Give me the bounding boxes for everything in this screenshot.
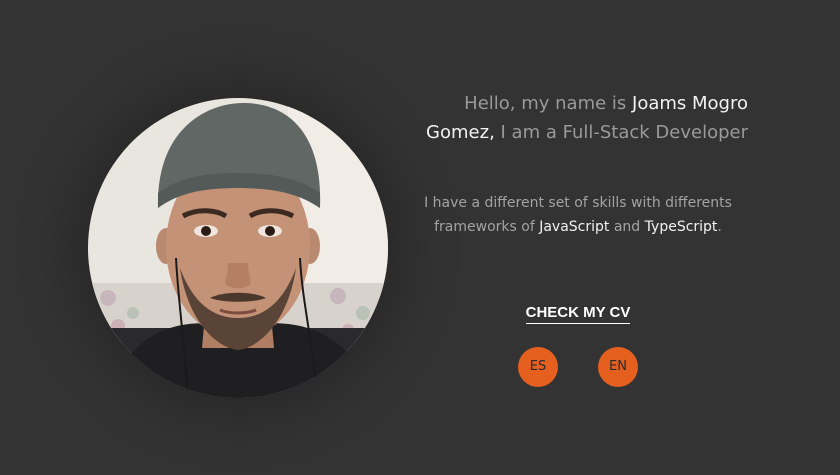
language-es-button[interactable]: ES [518, 347, 558, 387]
hero-description: I have a different set of skills with di… [418, 191, 738, 239]
check-cv-link[interactable]: CHECK MY CV [500, 304, 656, 324]
javascript-highlight: JavaScript [539, 219, 610, 235]
hero-intro: Hello, my name is [464, 93, 633, 114]
hero-role: I am a Full-Stack Developer [494, 122, 748, 143]
profile-photo-illustration [88, 98, 388, 398]
hero-section: Hello, my name is Joams Mogro Gomez, I a… [0, 0, 840, 475]
language-en-button[interactable]: EN [598, 347, 638, 387]
check-cv-label: CHECK MY CV [525, 304, 631, 324]
typescript-highlight: TypeScript [644, 219, 718, 235]
description-end: . [717, 219, 722, 235]
description-and: and [609, 219, 645, 235]
hero-headline: Hello, my name is Joams Mogro Gomez, I a… [400, 89, 748, 147]
profile-photo [88, 98, 388, 398]
